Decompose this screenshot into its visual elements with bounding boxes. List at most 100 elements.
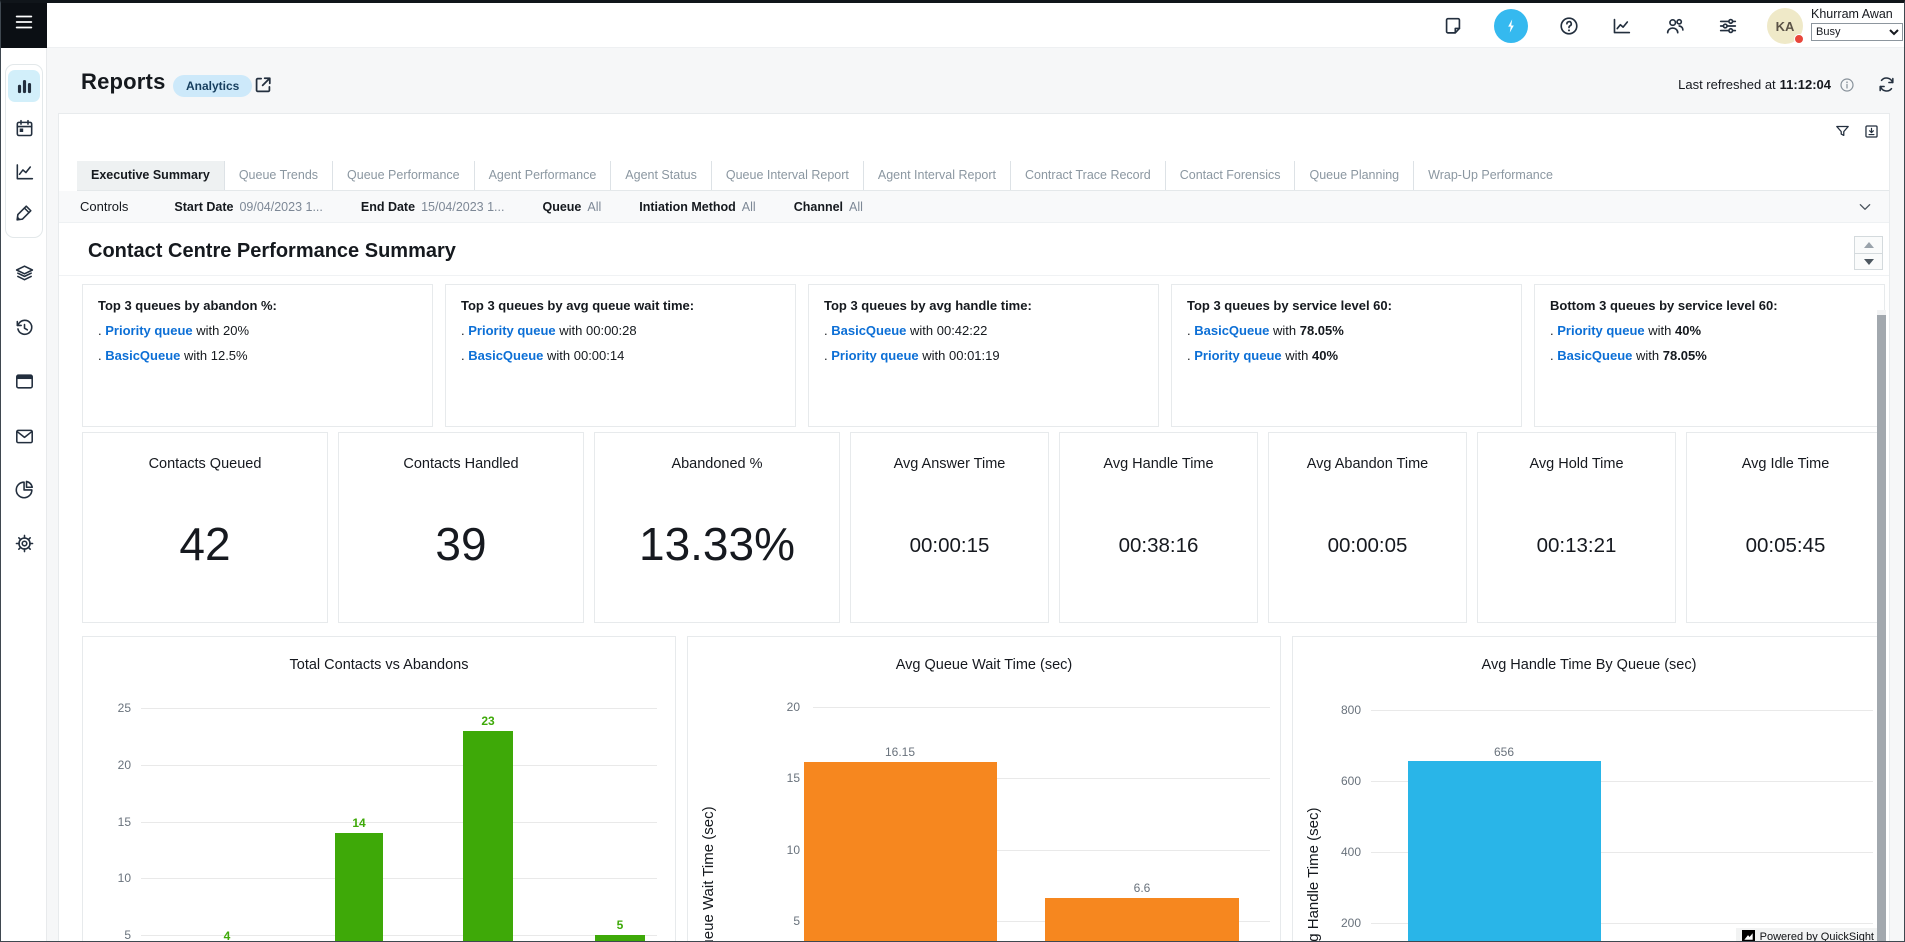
- mail-icon: [14, 426, 35, 447]
- queue-link-basicqueue[interactable]: BasicQueue: [105, 348, 180, 363]
- tab-queue-performance[interactable]: Queue Performance: [332, 161, 474, 190]
- queue-link-priority-queue[interactable]: Priority queue: [1194, 348, 1281, 363]
- queue-link-basicqueue[interactable]: BasicQueue: [468, 348, 543, 363]
- sidebar-item-bar-chart[interactable]: [8, 70, 40, 102]
- sidebar-item-mail[interactable]: [8, 420, 40, 452]
- insight-value: 00:42:22: [937, 323, 988, 338]
- pie-chart-icon: [14, 479, 35, 500]
- report-tabs: Executive SummaryQueue TrendsQueue Perfo…: [77, 161, 1889, 191]
- y-axis-tick: 25: [89, 701, 131, 715]
- y-axis-tick: 5: [758, 914, 800, 928]
- sidebar-item-window[interactable]: [8, 365, 40, 397]
- window-icon: [14, 371, 35, 392]
- spinner-up-button[interactable]: [1855, 237, 1882, 253]
- avatar[interactable]: KA: [1767, 8, 1803, 44]
- filter-icon[interactable]: [1834, 123, 1851, 140]
- tab-wrap-up-performance[interactable]: Wrap-Up Performance: [1413, 161, 1567, 190]
- export-icon[interactable]: [1863, 123, 1880, 140]
- queue-link-priority-queue[interactable]: Priority queue: [105, 323, 192, 338]
- tab-queue-trends[interactable]: Queue Trends: [224, 161, 332, 190]
- spinner-down-button[interactable]: [1855, 253, 1882, 269]
- tab-agent-interval-report[interactable]: Agent Interval Report: [863, 161, 1010, 190]
- tab-queue-interval-report[interactable]: Queue Interval Report: [711, 161, 863, 190]
- sidebar-item-calendar[interactable]: [8, 112, 40, 144]
- heading-divider: [59, 275, 1889, 276]
- insight-card-title: Bottom 3 queues by service level 60:: [1550, 298, 1869, 313]
- insight-card: Top 3 queues by abandon %:. Priority que…: [82, 284, 433, 427]
- status-select[interactable]: Busy: [1811, 23, 1903, 41]
- filter-intiation-method[interactable]: Intiation MethodAll: [639, 200, 755, 214]
- bar-23[interactable]: [463, 731, 513, 942]
- chart-title: Avg Queue Wait Time (sec): [688, 657, 1280, 673]
- topbar-lightning-icon[interactable]: [1494, 9, 1528, 43]
- sidebar-item-layers[interactable]: [8, 257, 40, 289]
- y-axis-tick: 10: [758, 843, 800, 857]
- sidebar-item-pie-chart[interactable]: [8, 473, 40, 505]
- insight-value: 78.05%: [1300, 323, 1344, 338]
- insight-value: 40%: [1675, 323, 1701, 338]
- charts-row: Total Contacts vs Abandons 2520151054143…: [82, 636, 1886, 942]
- bar-14[interactable]: [335, 833, 383, 942]
- filter-channel[interactable]: ChannelAll: [794, 200, 863, 214]
- tab-queue-planning[interactable]: Queue Planning: [1294, 161, 1413, 190]
- queue-link-priority-queue[interactable]: Priority queue: [1557, 323, 1644, 338]
- powered-by-quicksight-badge: Powered by QuickSight: [1736, 928, 1880, 942]
- bar-16-15[interactable]: [804, 762, 997, 942]
- filter-queue[interactable]: QueueAll: [542, 200, 601, 214]
- insight-card: Top 3 queues by service level 60:. Basic…: [1171, 284, 1522, 427]
- gridline: [141, 878, 657, 879]
- kpi-card-avg-handle-time: Avg Handle Time00:38:16: [1059, 432, 1258, 623]
- sidebar-item-line-chart[interactable]: [8, 155, 40, 187]
- powered-by-text: Powered by QuickSight: [1760, 931, 1874, 942]
- sidebar-item-history[interactable]: [8, 311, 40, 343]
- topbar-people-icon[interactable]: [1663, 14, 1687, 38]
- bar-value-label: 16.15: [865, 745, 935, 759]
- bar-6-6[interactable]: [1045, 898, 1239, 942]
- design-brush-icon: [14, 202, 35, 223]
- insight-line: . Priority queue with 00:01:19: [824, 348, 1143, 363]
- external-link-icon[interactable]: [252, 74, 274, 96]
- y-axis-tick: 10: [89, 871, 131, 885]
- kpi-label: Avg Idle Time: [1687, 456, 1884, 472]
- topbar-metrics-icon[interactable]: [1610, 14, 1634, 38]
- insight-line: . Priority queue with 40%: [1187, 348, 1506, 363]
- menu-button[interactable]: [1, 0, 47, 48]
- chart-avg-queue-wait-time: Avg Queue Wait Time (sec) 201510516.156.…: [687, 636, 1281, 942]
- bar-5[interactable]: [595, 935, 645, 942]
- tab-agent-performance[interactable]: Agent Performance: [474, 161, 611, 190]
- avatar-initials: KA: [1776, 19, 1795, 34]
- topbar-help-icon[interactable]: [1557, 14, 1581, 38]
- topbar-notes-icon[interactable]: [1441, 14, 1465, 38]
- insight-line: . Priority queue with 20%: [98, 323, 417, 338]
- tab-contact-forensics[interactable]: Contact Forensics: [1165, 161, 1295, 190]
- queue-link-basicqueue[interactable]: BasicQueue: [1557, 348, 1632, 363]
- tab-agent-status[interactable]: Agent Status: [610, 161, 711, 190]
- queue-link-priority-queue[interactable]: Priority queue: [831, 348, 918, 363]
- info-icon[interactable]: [1839, 77, 1855, 93]
- tab-executive-summary[interactable]: Executive Summary: [77, 161, 224, 190]
- chevron-down-icon[interactable]: [1857, 199, 1873, 215]
- refresh-icon[interactable]: [1877, 75, 1896, 94]
- topbar-sliders-icon[interactable]: [1716, 14, 1740, 38]
- insight-value: 00:01:19: [949, 348, 1000, 363]
- y-axis-label: Avg Queue Wait Time (sec): [700, 806, 717, 942]
- queue-link-priority-queue[interactable]: Priority queue: [468, 323, 555, 338]
- filter-end-date[interactable]: End Date15/04/2023 1...: [361, 200, 505, 214]
- scrollbar-thumb[interactable]: [1877, 315, 1886, 942]
- insight-card: Top 3 queues by avg queue wait time:. Pr…: [445, 284, 796, 427]
- menu-icon: [13, 11, 35, 38]
- sidebar-item-design-brush[interactable]: [8, 196, 40, 228]
- calendar-icon: [14, 118, 35, 139]
- user-block: Khurram Awan Busy: [1811, 7, 1905, 41]
- tab-contract-trace-record[interactable]: Contract Trace Record: [1010, 161, 1165, 190]
- sidebar-item-gear[interactable]: [8, 527, 40, 559]
- bar-656[interactable]: [1408, 761, 1601, 942]
- insight-value: 40%: [1312, 348, 1338, 363]
- app-window: KA Khurram Awan Busy Reports Analytics L…: [0, 0, 1905, 942]
- y-axis-tick: 600: [1319, 774, 1361, 788]
- history-icon: [14, 317, 35, 338]
- bar-value-label: 23: [453, 714, 523, 728]
- filter-start-date[interactable]: Start Date09/04/2023 1...: [174, 200, 322, 214]
- queue-link-basicqueue[interactable]: BasicQueue: [1194, 323, 1269, 338]
- queue-link-basicqueue[interactable]: BasicQueue: [831, 323, 906, 338]
